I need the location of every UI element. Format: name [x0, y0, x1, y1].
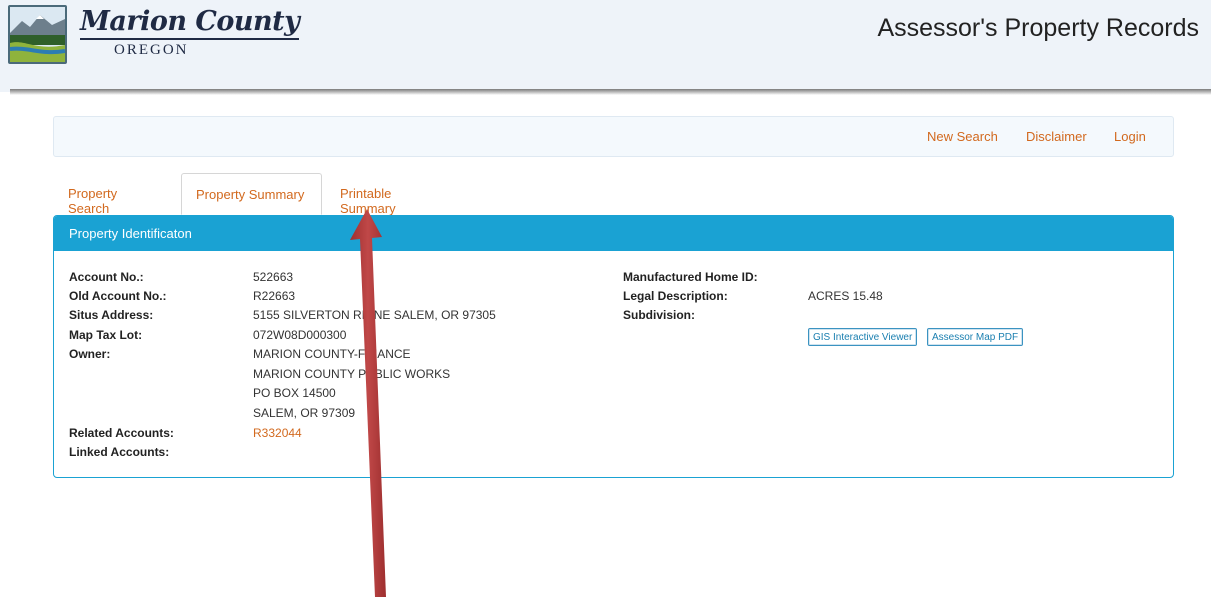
login-link[interactable]: Login: [1114, 129, 1146, 144]
tab-property-summary[interactable]: Property Summary: [181, 173, 322, 215]
owner-line: SALEM, OR 97309: [253, 406, 356, 420]
situs-address-value: 5155 SILVERTON RD NE SALEM, OR 97305: [253, 308, 496, 322]
owner-line: PO BOX 14500: [253, 386, 336, 400]
related-account-link[interactable]: R332044: [253, 426, 302, 440]
logo-title: Marion County: [80, 6, 300, 40]
disclaimer-link[interactable]: Disclaimer: [1026, 129, 1087, 144]
manufactured-home-label: Manufactured Home ID:: [623, 270, 758, 284]
county-logo-icon[interactable]: [8, 5, 67, 64]
assessor-map-pdf-button[interactable]: Assessor Map PDF: [927, 328, 1024, 346]
property-identification-panel: Property Identificaton Account No.: 5226…: [53, 215, 1174, 478]
account-no-value: 522663: [253, 270, 294, 284]
new-search-link[interactable]: New Search: [927, 129, 998, 144]
gis-viewer-button[interactable]: GIS Interactive Viewer: [808, 328, 918, 346]
app-title: Assessor's Property Records: [877, 14, 1199, 42]
old-account-value: R22663: [253, 289, 296, 303]
tab-printable-summary[interactable]: Printable Summary: [340, 173, 396, 216]
site-header: Marion County OREGON Assessor's Property…: [0, 0, 1211, 92]
old-account-label: Old Account No.:: [69, 289, 167, 303]
situs-address-label: Situs Address:: [69, 308, 154, 322]
map-tax-lot-value: 072W08D000300: [253, 328, 347, 342]
owner-label: Owner:: [69, 347, 111, 361]
legal-description-label: Legal Description:: [623, 289, 728, 303]
legal-description-value: ACRES 15.48: [808, 289, 883, 303]
linked-accounts-label: Linked Accounts:: [69, 445, 170, 459]
logo-wordmark[interactable]: Marion County OREGON: [80, 6, 300, 58]
tab-property-search[interactable]: Property Search: [68, 173, 117, 216]
panel-title: Property Identificaton: [54, 216, 1173, 251]
related-accounts-label: Related Accounts:: [69, 426, 174, 440]
logo-subtitle: OREGON: [114, 42, 189, 58]
top-navbar: New Search Disclaimer Login: [53, 116, 1174, 157]
account-no-label: Account No.:: [69, 270, 144, 284]
subdivision-label: Subdivision:: [623, 308, 695, 322]
owner-line: MARION COUNTY PUBLIC WORKS: [253, 367, 451, 381]
map-tax-lot-label: Map Tax Lot:: [69, 328, 143, 342]
owner-line: MARION COUNTY-FINANCE: [253, 347, 411, 361]
header-divider: [10, 89, 1211, 95]
